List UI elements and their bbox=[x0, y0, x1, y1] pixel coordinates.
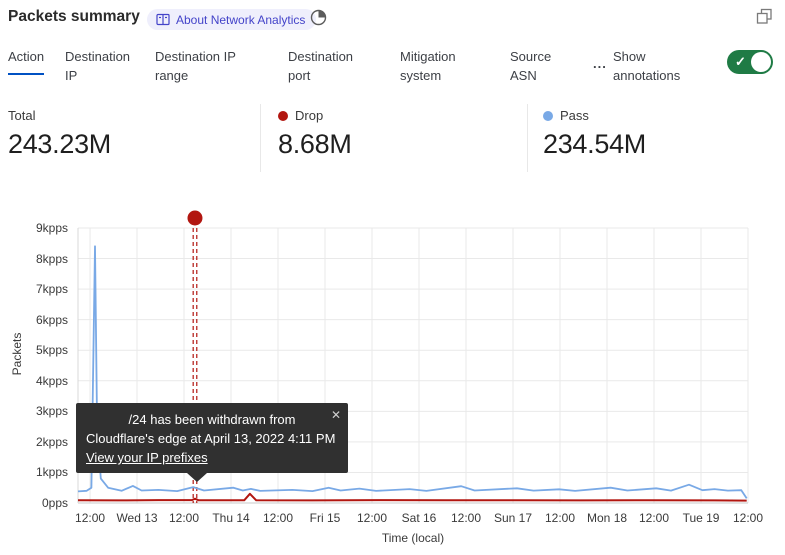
time-range-icon[interactable] bbox=[310, 9, 328, 27]
tab-destination-ip-range[interactable]: Destination IP range bbox=[155, 47, 250, 85]
y-tick-label: 2kpps bbox=[0, 435, 68, 449]
toggle-knob bbox=[751, 52, 771, 72]
y-tick-label: 8kpps bbox=[0, 252, 68, 266]
y-tick-label: 0pps bbox=[0, 496, 68, 510]
y-tick-label: 6kpps bbox=[0, 313, 68, 327]
page-title: Packets summary bbox=[8, 8, 140, 26]
tab-source-asn[interactable]: Source ASN bbox=[510, 47, 560, 85]
y-tick-label: 3kpps bbox=[0, 404, 68, 418]
packets-summary-panel: Packets summary About Network Analytics … bbox=[0, 0, 785, 555]
check-icon: ✓ bbox=[735, 54, 746, 70]
series-drop-line bbox=[78, 494, 747, 501]
stat-pass-value: 234.54M bbox=[543, 129, 646, 160]
view-ip-prefixes-link[interactable]: View your IP prefixes bbox=[86, 448, 208, 467]
y-tick-label: 7kpps bbox=[0, 282, 68, 296]
about-network-analytics-badge[interactable]: About Network Analytics bbox=[147, 9, 316, 30]
stat-pass-label: Pass bbox=[560, 108, 589, 123]
y-tick-label: 9kpps bbox=[0, 221, 68, 235]
tab-mitigation-system[interactable]: Mitigation system bbox=[400, 47, 472, 85]
x-axis-title: Time (local) bbox=[313, 531, 513, 545]
tooltip-arrow bbox=[187, 473, 207, 482]
stat-divider bbox=[527, 104, 528, 172]
tab-action[interactable]: Action bbox=[8, 47, 44, 75]
tab-destination-ip[interactable]: Destination IP bbox=[65, 47, 137, 85]
stat-drop-label: Drop bbox=[295, 108, 323, 123]
annotation-marker-dot[interactable] bbox=[187, 211, 202, 226]
show-annotations-toggle[interactable]: ✓ bbox=[727, 50, 773, 74]
stat-drop-value: 8.68M bbox=[278, 129, 352, 160]
stat-total-label: Total bbox=[8, 108, 35, 123]
annotation-tooltip: ✕ /24 has been withdrawn from Cloudflare… bbox=[76, 403, 348, 473]
stat-total: Total 243.23M bbox=[8, 108, 111, 160]
close-icon[interactable]: ✕ bbox=[331, 406, 341, 425]
more-tabs-button[interactable]: ... bbox=[593, 56, 607, 71]
pass-legend-dot bbox=[543, 111, 553, 121]
tooltip-line-2: Cloudflare's edge at April 13, 2022 4:11… bbox=[86, 429, 338, 448]
stat-drop: Drop 8.68M bbox=[278, 108, 352, 160]
tab-destination-port[interactable]: Destination port bbox=[288, 47, 366, 85]
y-tick-label: 1kpps bbox=[0, 465, 68, 479]
about-badge-label: About Network Analytics bbox=[176, 13, 305, 27]
stat-total-value: 243.23M bbox=[8, 129, 111, 160]
x-tick-label: 12:00 bbox=[718, 511, 778, 525]
drop-legend-dot bbox=[278, 111, 288, 121]
tooltip-line-1: /24 has been withdrawn from bbox=[86, 410, 338, 429]
y-tick-label: 4kpps bbox=[0, 374, 68, 388]
stat-pass: Pass 234.54M bbox=[543, 108, 646, 160]
stat-divider bbox=[260, 104, 261, 172]
pop-out-icon[interactable] bbox=[756, 8, 774, 26]
book-icon bbox=[156, 13, 170, 26]
y-tick-label: 5kpps bbox=[0, 343, 68, 357]
show-annotations-label: Show annotations bbox=[613, 47, 693, 85]
